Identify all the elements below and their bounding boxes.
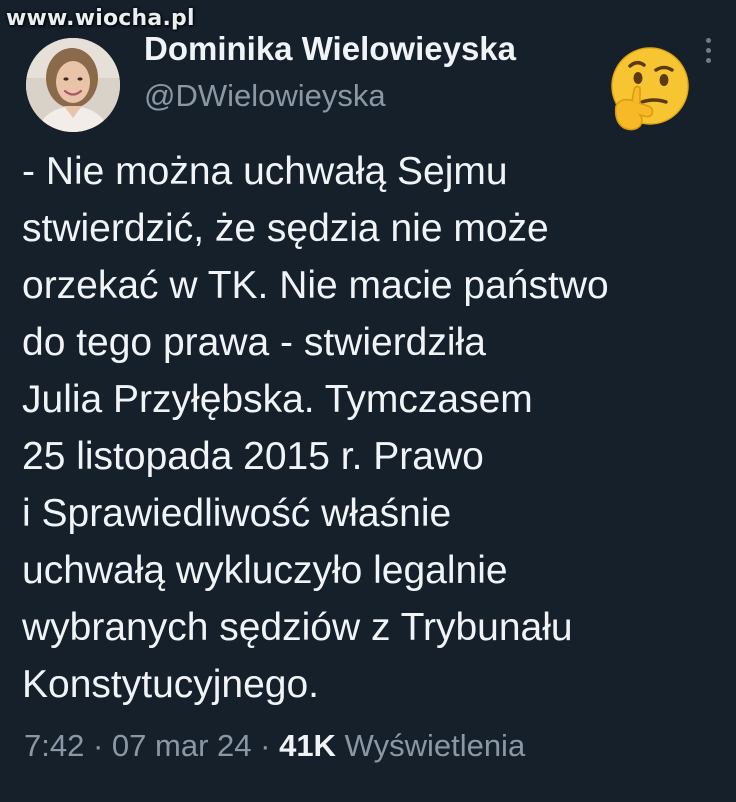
profile-photo-icon <box>26 38 120 132</box>
tweet-text-line: wybranych sędziów z Trybunału <box>22 606 573 649</box>
tweet-text-line: orzekać w TK. Nie macie państwo <box>22 264 609 307</box>
tweet-text-line: 25 listopada 2015 r. Prawo <box>22 435 484 478</box>
thinking-face-icon <box>604 44 696 136</box>
tweet-text-line: stwierdzić, że sędzia nie może <box>22 207 549 250</box>
views-label: Wyświetlenia <box>344 728 526 763</box>
tweet-text-line: Konstytucyjnego. <box>22 663 320 706</box>
tweet-time[interactable]: 7:42 <box>24 728 84 763</box>
tweet-text-line: do tego prawa - stwierdziła <box>22 321 486 364</box>
tweet-text-line: uchwałą wykluczyło legalnie <box>22 549 508 592</box>
tweet-text-line: Julia Przyłębska. Tymczasem <box>22 378 533 421</box>
tweet-text: - Nie można uchwałą Sejmu stwierdzić, że… <box>22 143 722 713</box>
views-count[interactable]: 41K <box>279 728 336 763</box>
tweet-text-line: - Nie można uchwałą Sejmu <box>22 150 508 193</box>
avatar[interactable] <box>26 38 120 132</box>
author-display-name[interactable]: Dominika Wielowieyska <box>144 30 516 68</box>
meta-separator: · <box>92 728 104 763</box>
tweet-text-line: i Sprawiedliwość właśnie <box>22 492 452 535</box>
screenshot-canvas: www.wiocha.pl Dominika Wielowieyska @DWi… <box>0 0 736 802</box>
meta-separator: · <box>260 728 271 763</box>
tweet-date[interactable]: 07 mar 24 <box>112 728 252 763</box>
more-options-icon[interactable] <box>703 38 713 68</box>
author-handle[interactable]: @DWielowieyska <box>144 78 386 114</box>
tweet-metadata: 7:42 · 07 mar 24 · 41K Wyświetlenia <box>24 728 525 764</box>
watermark: www.wiocha.pl <box>6 6 195 31</box>
